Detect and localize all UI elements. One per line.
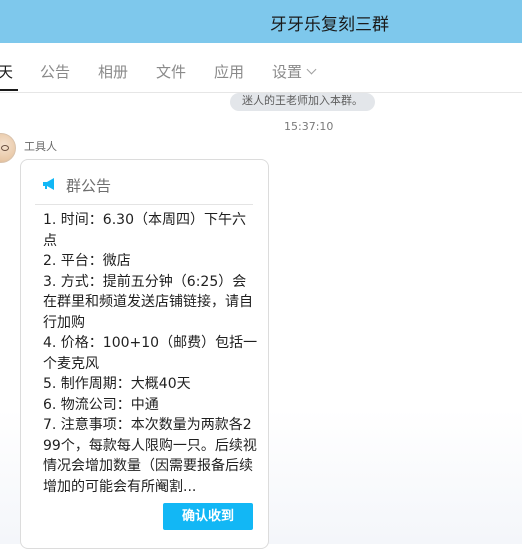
title-bar: 牙牙乐复刻三群 [0, 0, 522, 43]
announcement-line: 6. 物流公司：中通 [43, 396, 159, 413]
tab-files[interactable]: 文件 [156, 61, 186, 82]
system-message: 迷人的王老师加入本群。 [230, 93, 375, 111]
confirm-received-button[interactable]: 确认收到 [163, 503, 253, 530]
announcement-body: 1. 时间：6.30（本周四）下午六点 2. 平台：微店 3. 方式：提前五分钟… [43, 210, 259, 497]
avatar[interactable] [0, 133, 16, 163]
tab-bar: 天 公告 相册 文件 应用 设置 [0, 43, 522, 93]
announcement-line: 1. 时间：6.30（本周四）下午六点 [43, 212, 246, 249]
tab-settings[interactable]: 设置 [272, 61, 317, 82]
tab-settings-label: 设置 [272, 63, 303, 81]
announcement-line: 3. 方式：提前五分钟（6:25）会在群里和频道发送店铺链接，请自行加购 [43, 273, 253, 331]
message-timestamp: 15:37:10 [284, 120, 334, 133]
tab-apps[interactable]: 应用 [214, 61, 244, 82]
announcement-header: 群公告 [43, 175, 111, 196]
tab-announcement[interactable]: 公告 [40, 61, 70, 82]
chat-area[interactable]: 迷人的王老师加入本群。 15:37:10 工具人 群公告 1. 时间：6.30（… [0, 93, 522, 549]
tab-album[interactable]: 相册 [98, 61, 128, 82]
announcement-line: 4. 价格：100+10（邮费）包括一个麦克风 [43, 335, 258, 372]
announcement-line: 2. 平台：微店 [43, 253, 131, 269]
avatar-eye [1, 145, 9, 151]
announcement-card[interactable]: 群公告 1. 时间：6.30（本周四）下午六点 2. 平台：微店 3. 方式：提… [20, 159, 269, 549]
megaphone-icon [43, 178, 54, 190]
announcement-line: 7. 注意事项：本次数量为两款各299个，每款每人限购一只。后续视情况会增加数量… [43, 417, 257, 495]
announcement-line: 5. 制作周期：大概40天 [43, 376, 191, 392]
active-tab-indicator [0, 89, 18, 91]
group-title: 牙牙乐复刻三群 [270, 15, 389, 35]
divider [35, 204, 253, 205]
sender-name[interactable]: 工具人 [24, 138, 57, 154]
tab-chat[interactable]: 天 [0, 61, 13, 82]
chevron-down-icon [306, 64, 317, 75]
